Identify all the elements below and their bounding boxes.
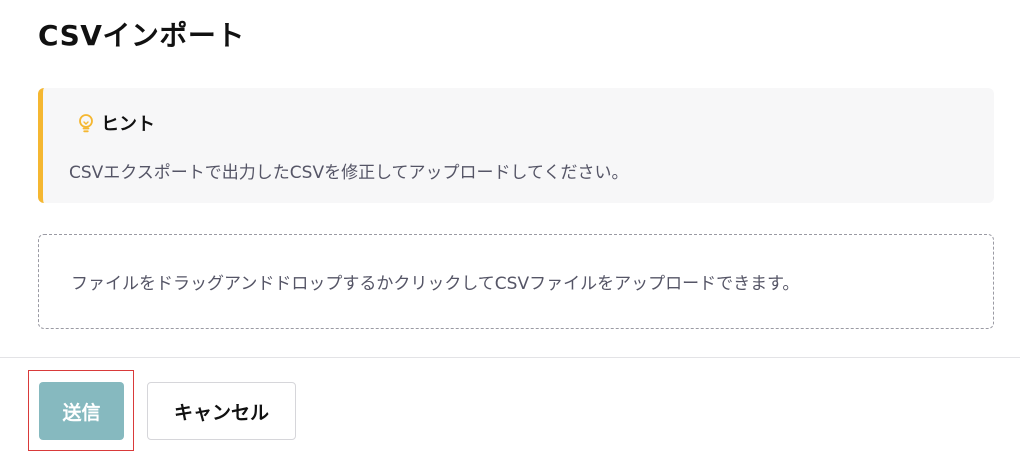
footer-divider <box>0 357 1020 358</box>
dropzone-instructions: ファイルをドラッグアンドドロップするかクリックしてCSVファイルをアップロードで… <box>71 274 800 294</box>
lightbulb-icon <box>79 114 93 133</box>
hint-text: CSVエクスポートで出力したCSVを修正してアップロードしてください。 <box>69 163 629 183</box>
file-dropzone[interactable]: ファイルをドラッグアンドドロップするかクリックしてCSVファイルをアップロードで… <box>38 234 994 329</box>
hint-header: ヒント <box>77 110 155 136</box>
cancel-button[interactable]: キャンセル <box>147 382 296 440</box>
hint-title: ヒント <box>101 114 155 135</box>
csv-import-page: CSVインポート ヒント CSVエクスポートで出力したCSVを修正してアップロー… <box>0 0 1020 464</box>
hint-box: ヒント CSVエクスポートで出力したCSVを修正してアップロードしてください。 <box>38 88 994 203</box>
page-title: CSVインポート <box>38 19 245 52</box>
submit-button[interactable]: 送信 <box>39 382 124 440</box>
